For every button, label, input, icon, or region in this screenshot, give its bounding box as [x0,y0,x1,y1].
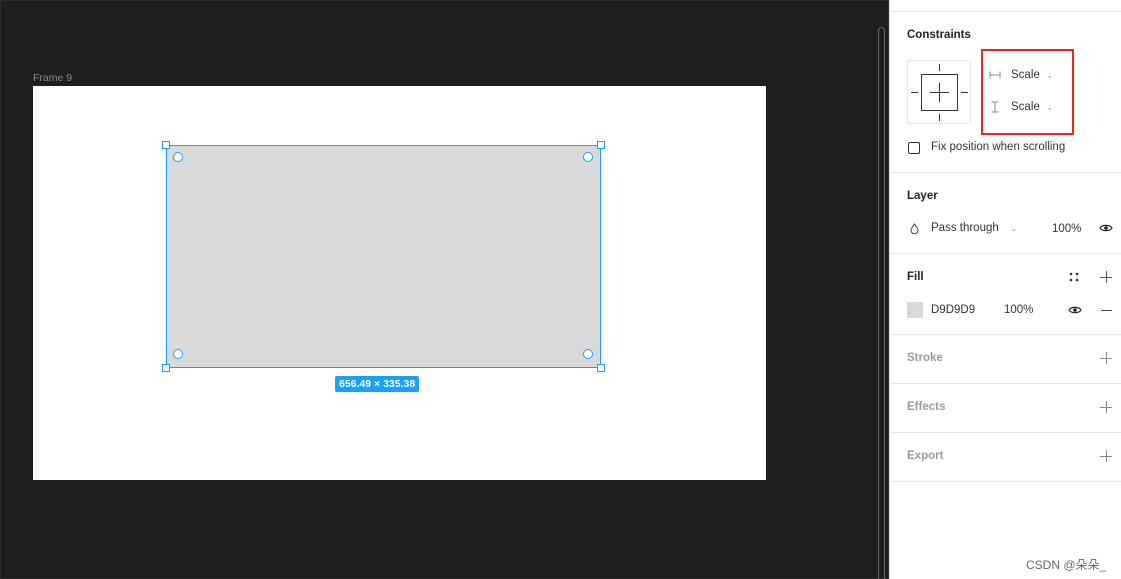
design-canvas[interactable]: Frame 9 656.49 × 335.38 [0,0,889,579]
blend-mode-drop-icon [910,223,919,234]
resize-handle-bottom-left[interactable] [162,364,170,372]
corner-radius-handle-top-left[interactable] [173,152,183,162]
constraint-top[interactable] [939,64,940,71]
watermark: CSDN @朵朵_ [1026,558,1107,572]
annotation-highlight-box [981,49,1074,135]
resize-handle-bottom-right[interactable] [597,364,605,372]
layer-opacity-input[interactable]: 100% [1052,223,1081,235]
add-fill-icon[interactable] [1100,271,1112,283]
frame-label[interactable]: Frame 9 [33,72,72,84]
divider [890,432,1121,433]
divider [890,383,1121,384]
fill-title: Fill [907,271,924,283]
corner-radius-handle-top-right[interactable] [583,152,593,162]
corner-radius-handle-bottom-right[interactable] [583,349,593,359]
fill-opacity-input[interactable]: 100% [1004,304,1033,316]
divider [890,334,1121,335]
selected-rectangle[interactable] [166,145,601,368]
add-export-icon[interactable] [1100,450,1112,462]
add-effect-icon[interactable] [1100,401,1112,413]
add-stroke-icon[interactable] [1100,352,1112,364]
constraints-title: Constraints [907,29,971,41]
divider [890,253,1121,254]
resize-handle-top-right[interactable] [597,141,605,149]
constraint-center-horizontal[interactable] [930,92,949,93]
constraint-bottom[interactable] [939,114,940,121]
eye-icon[interactable] [1068,305,1082,315]
constraint-right[interactable] [961,92,968,93]
stroke-title: Stroke [907,352,943,364]
remove-fill-icon[interactable] [1101,310,1112,311]
fill-hex-input[interactable]: D9D9D9 [931,304,975,316]
size-badge: 656.49 × 335.38 [335,376,420,392]
fix-position-checkbox[interactable] [908,142,920,154]
blend-mode-select[interactable]: Pass through [931,222,999,234]
styles-grid-icon[interactable] [1069,272,1079,282]
eye-icon[interactable] [1099,223,1113,233]
layer-title: Layer [907,190,938,202]
divider [890,172,1121,173]
resize-handle-top-left[interactable] [162,141,170,149]
canvas-scrollbar[interactable] [878,27,885,579]
fill-color-swatch[interactable] [907,302,923,318]
figma-app: Frame 9 656.49 × 335.38 Constraints Scal… [0,0,1121,579]
chevron-down-icon: ⌄ [1010,223,1018,233]
constraint-left[interactable] [911,92,918,93]
fix-position-label[interactable]: Fix position when scrolling [931,141,1065,153]
divider [890,481,1121,482]
constraint-inner-box [921,74,958,111]
export-title: Export [907,450,944,462]
effects-title: Effects [907,401,946,413]
constraint-widget[interactable] [907,60,971,124]
divider [890,11,1121,12]
corner-radius-handle-bottom-left[interactable] [173,349,183,359]
